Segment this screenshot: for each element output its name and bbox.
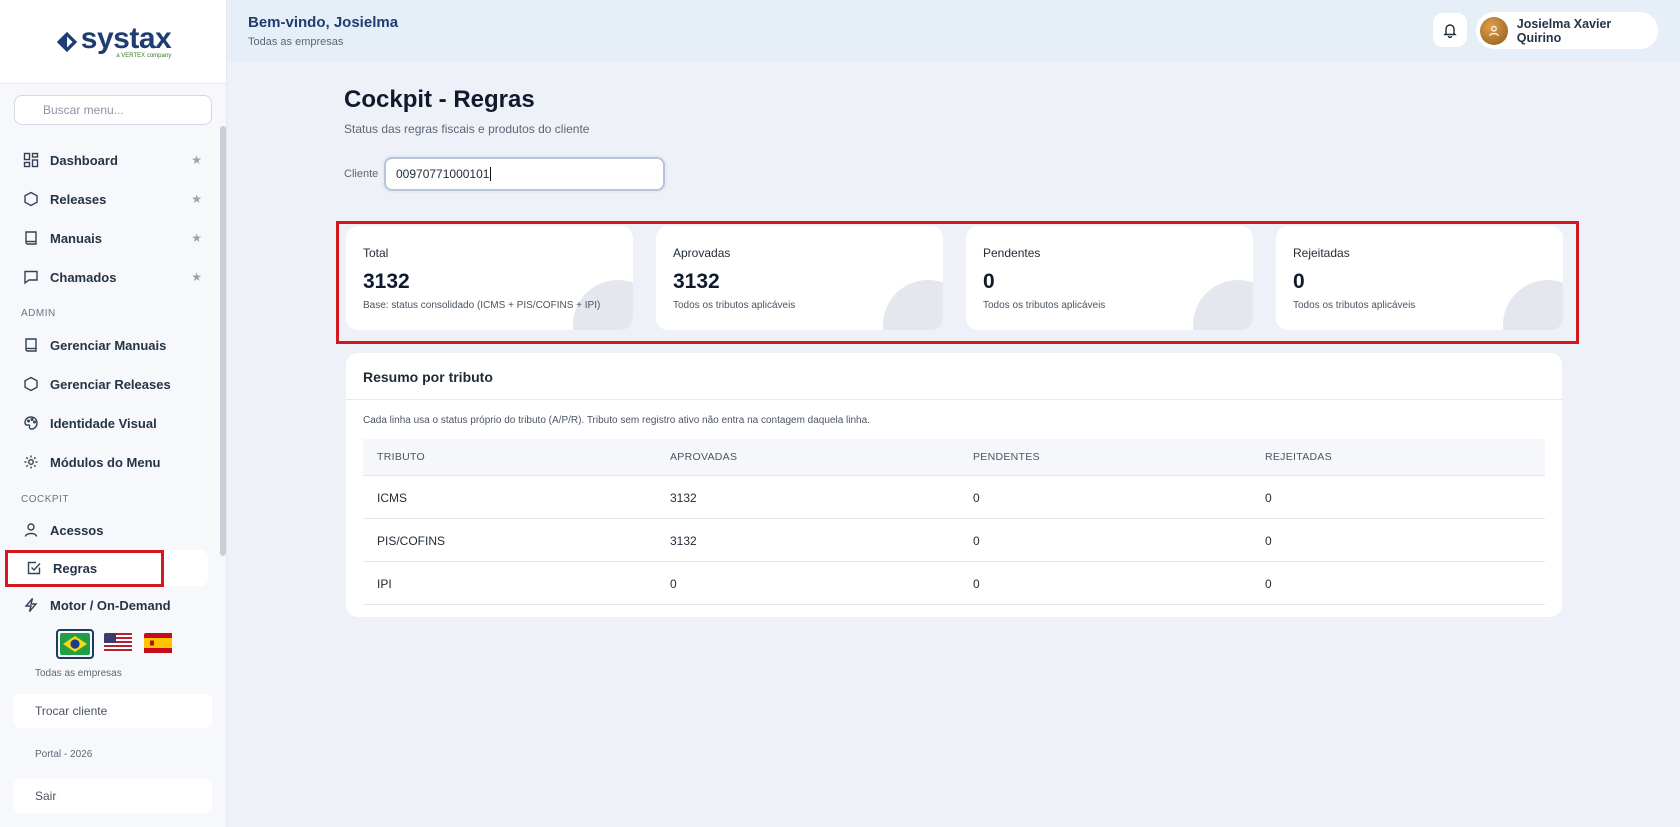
table-cell: 3132 [670,491,697,505]
highlight-box-cards [336,221,1579,344]
sidebar-scrollbar[interactable] [220,126,226,556]
column-header: REJEITADAS [1265,451,1332,463]
page-subtitle: Status das regras fiscais e produtos do … [344,122,590,136]
hexagon-icon [22,375,40,393]
highlight-box-regras [5,550,164,587]
table-cell: IPI [377,577,392,591]
table-cell: PIS/COFINS [377,534,446,548]
notifications-button[interactable] [1433,13,1467,47]
star-icon[interactable]: ★ [191,192,202,206]
table-cell: 3132 [670,534,697,548]
section-label-admin: ADMIN [21,308,56,319]
column-header: PENDENTES [973,451,1040,463]
table-cell: 0 [1265,534,1272,548]
table-row: PIS/COFINS 3132 0 0 [363,519,1545,562]
logout-button[interactable]: Sair [14,779,212,813]
hexagon-icon [22,190,40,208]
sidebar-item-releases[interactable]: Releases ★ [22,187,202,211]
menu-search-input[interactable]: Buscar menu... [14,95,212,125]
welcome-title: Bem-vindo, Josielma [248,14,399,31]
gear-icon [22,453,40,471]
user-icon [22,521,40,539]
language-selector [56,629,174,659]
spain-flag-icon[interactable] [144,633,174,655]
sidebar-item-dashboard[interactable]: Dashboard ★ [22,148,202,172]
sidebar-item-label: Gerenciar Manuais [50,337,167,353]
language-pt-br[interactable] [56,629,94,659]
menu-search-placeholder: Buscar menu... [43,103,124,117]
cliente-input[interactable]: 00970771000101 [384,157,665,191]
logo-text: systax [80,21,172,55]
sidebar-item-label: Dashboard [50,152,118,168]
column-header: APROVADAS [670,451,738,463]
table-row: IPI 0 0 0 [363,562,1545,605]
star-icon[interactable]: ★ [191,231,202,245]
table-header: TRIBUTO APROVADAS PENDENTES REJEITADAS [363,439,1545,476]
summary-title: Resumo por tributo [363,369,493,385]
sidebar-item-modulos-menu[interactable]: Módulos do Menu [22,450,202,474]
sidebar: systax a VERTEX company Buscar menu... D… [0,0,227,827]
table-row: ICMS 3132 0 0 [363,476,1545,519]
user-icon [1489,25,1499,36]
summary-panel: Resumo por tributo Cada linha usa o stat… [346,353,1562,617]
text-caret [490,167,492,181]
grid-icon [22,151,40,169]
sidebar-item-label: Gerenciar Releases [50,376,171,392]
table-cell: 0 [1265,577,1272,591]
sidebar-item-label: Identidade Visual [50,415,157,431]
systax-logo[interactable]: systax a VERTEX company [55,21,172,59]
brazil-flag-icon [60,633,90,655]
portal-version-text: Portal - 2026 [35,749,93,760]
cliente-label: Cliente [344,168,379,180]
avatar [1480,16,1508,45]
sidebar-item-label: Módulos do Menu [50,454,161,470]
sidebar-item-gerenciar-releases[interactable]: Gerenciar Releases [22,372,202,396]
sidebar-item-motor-on-demand[interactable]: Motor / On-Demand [22,593,202,617]
sidebar-item-label: Chamados [50,269,117,285]
sidebar-item-label: Manuais [50,230,103,246]
user-menu-button[interactable]: Josielma Xavier Quirino [1476,12,1658,49]
summary-note: Cada linha usa o status próprio do tribu… [363,415,870,426]
logo-mark-icon [56,31,77,52]
column-header: TRIBUTO [377,451,425,463]
table-cell: ICMS [377,491,407,505]
star-icon[interactable]: ★ [191,270,202,284]
user-name: Josielma Xavier Quirino [1516,16,1612,45]
table-cell: 0 [1265,491,1272,505]
us-flag-icon[interactable] [104,633,134,655]
sidebar-item-acessos[interactable]: Acessos [22,518,202,542]
sidebar-item-label: Acessos [50,522,104,538]
table-cell: 0 [973,534,980,548]
top-header: Bem-vindo, Josielma Todas as empresas Jo… [228,0,1680,62]
sidebar-item-manuais[interactable]: Manuais ★ [22,226,202,250]
sidebar-item-chamados[interactable]: Chamados ★ [22,265,202,289]
section-label-cockpit: COCKPIT [21,494,69,505]
sidebar-item-label: Motor / On-Demand [50,597,171,613]
palette-icon [22,414,40,432]
bolt-icon [22,596,40,614]
summary-table: TRIBUTO APROVADAS PENDENTES REJEITADAS I… [363,439,1545,605]
sidebar-item-gerenciar-manuais[interactable]: Gerenciar Manuais [22,333,202,357]
logo-subtext: a VERTEX company [116,52,172,59]
page-title: Cockpit - Regras [344,86,535,113]
divider [346,399,1562,400]
trocar-cliente-button[interactable]: Trocar cliente [14,694,212,728]
book-icon [22,336,40,354]
cliente-input-value: 00970771000101 [396,167,490,181]
book-icon [22,229,40,247]
sidebar-item-label: Releases [50,191,107,207]
bell-icon [1443,24,1457,38]
table-cell: 0 [973,577,980,591]
empresa-text: Todas as empresas [35,668,122,679]
star-icon[interactable]: ★ [191,153,202,167]
sidebar-item-identidade-visual[interactable]: Identidade Visual [22,411,202,435]
logo-area: systax a VERTEX company [0,0,226,84]
message-icon [22,268,40,286]
table-cell: 0 [973,491,980,505]
welcome-subtitle: Todas as empresas [248,36,344,48]
table-cell: 0 [670,577,677,591]
